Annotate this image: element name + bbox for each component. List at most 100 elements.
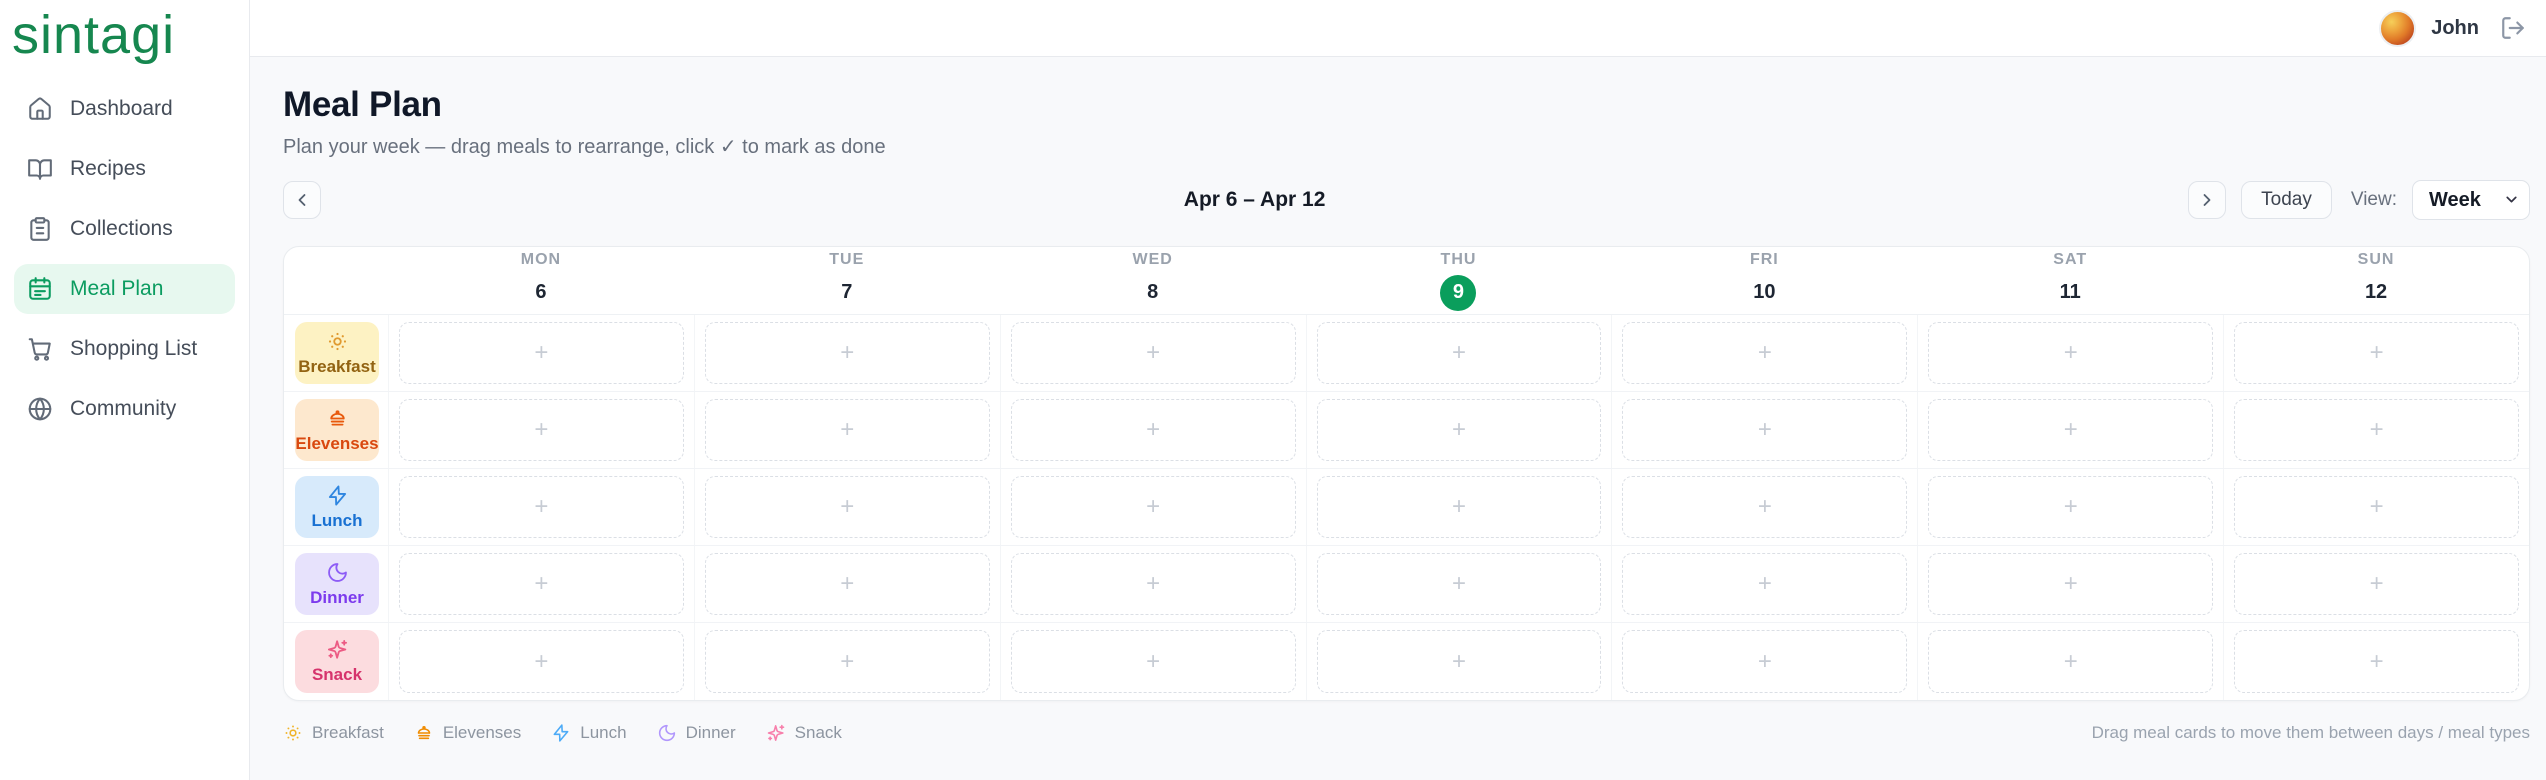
cart-icon xyxy=(27,336,53,362)
add-meal-slot-breakfast-thu[interactable]: + xyxy=(1316,322,1602,384)
add-meal-slot-snack-thu[interactable]: + xyxy=(1316,630,1602,693)
day-header-sat: SAT 11 xyxy=(1917,247,2223,314)
prev-week-button[interactable] xyxy=(283,181,321,219)
sidebar-nav: Dashboard Recipes Collections Meal Plan Shop… xyxy=(0,84,249,434)
plus-icon: + xyxy=(2063,493,2078,520)
add-meal-slot-dinner-tue[interactable]: + xyxy=(704,553,990,615)
add-meal-slot-elevenses-sat[interactable]: + xyxy=(1928,399,2214,461)
add-meal-slot-lunch-thu[interactable]: + xyxy=(1316,476,1602,538)
sidebar-item-community[interactable]: Community xyxy=(14,384,235,434)
add-meal-slot-lunch-mon[interactable]: + xyxy=(399,476,684,538)
legend-label: Elevenses xyxy=(442,723,522,742)
calendar-cell: + xyxy=(388,469,694,545)
globe-icon xyxy=(27,396,53,422)
add-meal-slot-snack-sun[interactable]: + xyxy=(2234,630,2519,693)
sidebar-item-label: Shopping List xyxy=(70,337,198,360)
add-meal-slot-lunch-fri[interactable]: + xyxy=(1622,476,1908,538)
day-header-thu: THU 9 xyxy=(1306,247,1612,314)
sidebar: sintagi Dashboard Recipes Collections Meal … xyxy=(0,0,250,780)
sidebar-item-label: Meal Plan xyxy=(70,277,164,300)
add-meal-slot-dinner-sat[interactable]: + xyxy=(1928,553,2214,615)
plus-icon: + xyxy=(1451,493,1466,520)
legend-item-dinner: Dinner xyxy=(657,723,736,743)
add-meal-slot-breakfast-sun[interactable]: + xyxy=(2234,322,2519,384)
add-meal-slot-lunch-wed[interactable]: + xyxy=(1010,476,1296,538)
moon-icon xyxy=(326,561,349,584)
add-meal-slot-dinner-thu[interactable]: + xyxy=(1316,553,1602,615)
main-content: Meal Plan Plan your week — drag meals to… xyxy=(250,57,2546,780)
calendar-cell: + xyxy=(1305,469,1612,545)
add-meal-slot-breakfast-tue[interactable]: + xyxy=(704,322,990,384)
calendar-cell: + xyxy=(388,546,694,622)
add-meal-slot-dinner-sun[interactable]: + xyxy=(2234,553,2519,615)
add-meal-slot-snack-sat[interactable]: + xyxy=(1928,630,2214,693)
plus-icon: + xyxy=(2369,647,2384,675)
sidebar-item-collections[interactable]: Collections xyxy=(14,204,235,254)
plus-icon: + xyxy=(1146,416,1161,443)
calendar-cell: + xyxy=(693,315,1000,391)
meal-type-label: Dinner xyxy=(310,587,364,607)
add-meal-slot-elevenses-fri[interactable]: + xyxy=(1622,399,1908,461)
view-select[interactable]: Week xyxy=(2412,180,2530,220)
plus-icon: + xyxy=(534,570,549,597)
avatar[interactable] xyxy=(2379,9,2417,47)
add-meal-slot-lunch-sat[interactable]: + xyxy=(1928,476,2214,538)
meal-row-snack: Snack + + + + + + + xyxy=(284,623,2529,700)
day-header-mon: MON 6 xyxy=(388,247,694,314)
calendar-cell: + xyxy=(1611,392,1917,468)
calendar-cell: + xyxy=(693,623,1000,700)
meal-plan-app: sintagi Dashboard Recipes Collections Meal … xyxy=(0,0,2546,780)
sidebar-item-dashboard[interactable]: Dashboard xyxy=(14,84,235,134)
sidebar-item-shopping-list[interactable]: Shopping List xyxy=(14,324,235,374)
add-meal-slot-elevenses-thu[interactable]: + xyxy=(1316,399,1602,461)
add-meal-slot-elevenses-tue[interactable]: + xyxy=(704,399,990,461)
day-header-tue: TUE 7 xyxy=(694,247,1000,314)
next-week-button[interactable] xyxy=(2188,181,2227,219)
calendar-cell: + xyxy=(2223,623,2529,700)
week-range-label: Apr 6 – Apr 12 xyxy=(1183,188,1326,211)
add-meal-slot-breakfast-sat[interactable]: + xyxy=(1928,322,2214,384)
legend-item-elevenses: Elevenses xyxy=(414,723,521,743)
add-meal-slot-snack-tue[interactable]: + xyxy=(704,630,990,693)
today-button[interactable]: Today xyxy=(2241,181,2332,219)
calendar-cell: + xyxy=(1611,623,1917,700)
add-meal-slot-dinner-mon[interactable]: + xyxy=(399,553,684,615)
sidebar-item-recipes[interactable]: Recipes xyxy=(14,144,235,194)
add-meal-slot-lunch-sun[interactable]: + xyxy=(2234,476,2519,538)
meal-type-chip-dinner: Dinner xyxy=(295,553,379,615)
legend-label: Lunch xyxy=(580,723,627,742)
book-open-icon xyxy=(27,156,53,182)
day-name: WED xyxy=(1132,250,1173,268)
meal-plan-grid: MON 6 TUE 7 WED 8 THU 9 FRI 10 SAT 11 SUN 12 Breakfas… xyxy=(283,246,2530,701)
user-name: John xyxy=(2431,16,2479,39)
sidebar-item-meal-plan[interactable]: Meal Plan xyxy=(14,264,235,314)
add-meal-slot-breakfast-wed[interactable]: + xyxy=(1010,322,1296,384)
add-meal-slot-elevenses-sun[interactable]: + xyxy=(2234,399,2519,461)
calendar-cell: + xyxy=(1917,546,2223,622)
add-meal-slot-dinner-wed[interactable]: + xyxy=(1010,553,1296,615)
add-meal-slot-breakfast-mon[interactable]: + xyxy=(399,322,684,384)
clipboard-icon xyxy=(27,216,53,242)
plus-icon: + xyxy=(1146,570,1161,597)
add-meal-slot-dinner-fri[interactable]: + xyxy=(1622,553,1908,615)
add-meal-slot-elevenses-wed[interactable]: + xyxy=(1010,399,1296,461)
day-name: FRI xyxy=(1749,250,1779,268)
day-name: SAT xyxy=(2053,250,2088,268)
add-meal-slot-snack-wed[interactable]: + xyxy=(1010,630,1296,693)
add-meal-slot-breakfast-fri[interactable]: + xyxy=(1622,322,1908,384)
add-meal-slot-lunch-tue[interactable]: + xyxy=(704,476,990,538)
plus-icon: + xyxy=(1451,570,1466,597)
add-meal-slot-snack-fri[interactable]: + xyxy=(1622,630,1908,693)
plus-icon: + xyxy=(1757,339,1772,366)
plus-icon: + xyxy=(2063,339,2078,366)
moon-icon xyxy=(657,723,677,743)
add-meal-slot-elevenses-mon[interactable]: + xyxy=(399,399,684,461)
legend-label: Breakfast xyxy=(312,723,384,742)
meal-type-label-cell: Dinner xyxy=(284,546,388,622)
day-header-fri: FRI 10 xyxy=(1611,247,1917,314)
add-meal-slot-snack-mon[interactable]: + xyxy=(399,630,684,693)
logout-icon[interactable] xyxy=(2500,15,2526,41)
day-header-wed: WED 8 xyxy=(1000,247,1306,314)
chevron-right-icon xyxy=(2197,190,2217,210)
plus-icon: + xyxy=(840,416,855,443)
